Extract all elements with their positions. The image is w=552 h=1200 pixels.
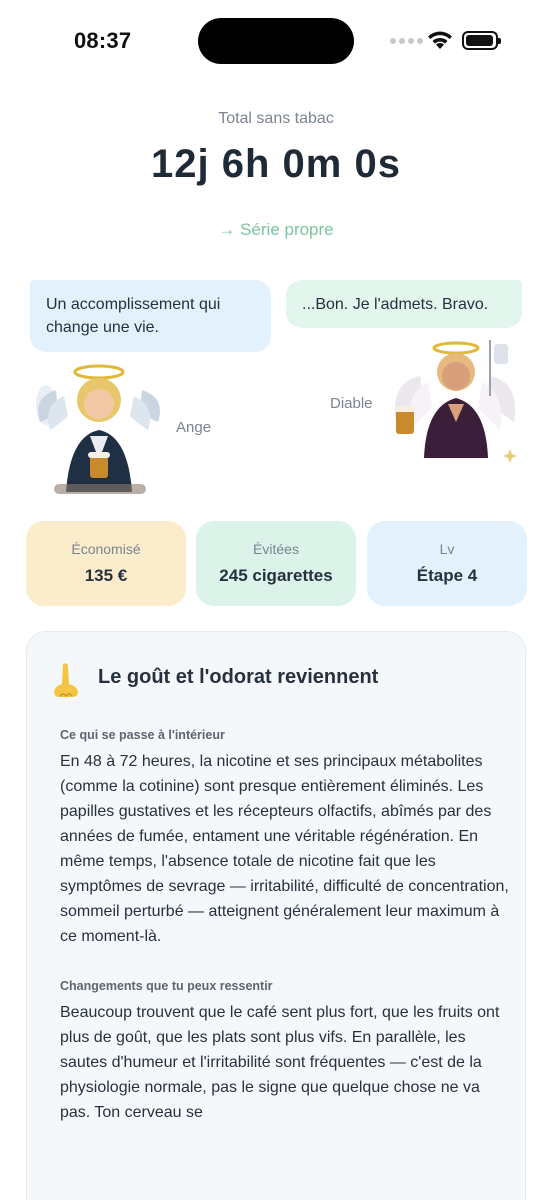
section-text: Beaucoup trouvent que le café sent plus …	[60, 1004, 500, 1121]
stat-card-label: Économisé	[71, 541, 141, 557]
stat-card-value: Étape 4	[416, 566, 478, 585]
section-text: En 48 à 72 heures, la nicotine et ses pr…	[60, 753, 509, 945]
stat-card-label: Lv	[439, 541, 455, 557]
devil-name: Diable	[330, 395, 373, 412]
total-time-counter: 12j 6h 0m 0s	[151, 142, 401, 186]
stat-card-value: 245 cigarettes	[219, 566, 333, 585]
nose-icon	[54, 663, 78, 698]
total-label: Total sans tabac	[218, 110, 334, 127]
milestone-card: Le goût et l'odorat reviennent Ce qui se…	[26, 631, 526, 1200]
stat-card-value: 135 €	[84, 566, 128, 585]
stat-card-avoided[interactable]: Évitées 245 cigarettes	[196, 521, 356, 606]
section-label: Ce qui se passe à l'intérieur	[60, 728, 225, 742]
devil-avatar	[394, 340, 517, 463]
devil-speech-bubble: ...Bon. Je l'admets. Bravo.	[286, 280, 522, 328]
stat-card-saved[interactable]: Économisé 135 €	[26, 521, 186, 606]
battery-icon	[462, 31, 501, 50]
dynamic-island	[198, 18, 354, 64]
angel-name: Ange	[176, 419, 212, 436]
section-label: Changements que tu peux ressentir	[60, 979, 273, 993]
cellular-signal-icon	[390, 38, 423, 44]
stat-card-level[interactable]: Lv Étape 4	[367, 521, 527, 606]
milestone-title: Le goût et l'odorat reviennent	[98, 666, 379, 688]
wifi-icon	[428, 31, 452, 49]
angel-speech-bubble: Un accomplissement qui change une vie.	[30, 280, 271, 352]
angel-avatar	[36, 364, 160, 494]
status-bar: 08:37	[0, 0, 552, 84]
streak-link[interactable]: → Série propre	[0, 220, 552, 240]
stat-card-label: Évitées	[253, 541, 299, 557]
status-time: 08:37	[74, 28, 132, 53]
